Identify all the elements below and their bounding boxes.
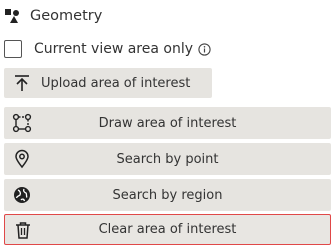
draw-area-label: Draw area of interest <box>98 115 237 131</box>
current-view-checkbox[interactable] <box>4 40 22 58</box>
search-by-point-label: Search by point <box>116 151 219 167</box>
search-by-region-button[interactable]: Search by region <box>4 179 331 211</box>
globe-icon <box>12 185 32 205</box>
current-view-option: Current view area only <box>4 38 211 60</box>
search-by-point-button[interactable]: Search by point <box>4 143 331 175</box>
map-pin-icon <box>12 149 32 169</box>
trash-icon <box>13 220 33 240</box>
polygon-draw-icon <box>12 113 32 133</box>
upload-area-button[interactable]: Upload area of interest <box>4 68 212 98</box>
upload-icon <box>12 73 32 93</box>
draw-area-button[interactable]: Draw area of interest <box>4 107 331 139</box>
upload-area-label: Upload area of interest <box>41 75 191 91</box>
geometry-shapes-icon <box>4 8 20 24</box>
section-title: Geometry <box>30 8 103 24</box>
current-view-label[interactable]: Current view area only <box>34 41 193 57</box>
section-header: Geometry <box>4 5 102 27</box>
info-icon[interactable] <box>198 42 211 56</box>
clear-area-label: Clear area of interest <box>98 222 237 237</box>
clear-area-button[interactable]: Clear area of interest <box>4 214 331 245</box>
search-by-region-label: Search by region <box>112 187 223 203</box>
